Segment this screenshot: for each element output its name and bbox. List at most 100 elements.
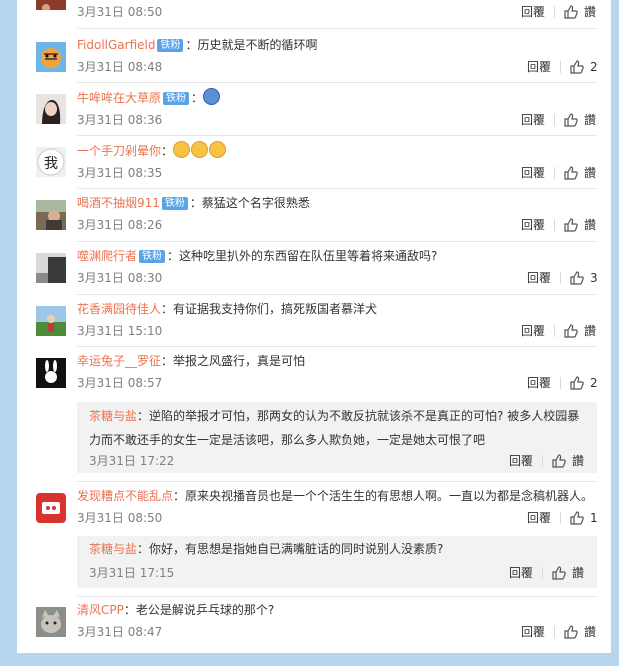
colon: ： xyxy=(167,249,180,263)
like-count[interactable]: 讚 xyxy=(572,564,584,582)
comment-panel: 3月31日 08:50 回覆 讚 FidollGarfield 铁粉 ：历史就是不断… xyxy=(17,0,611,653)
username[interactable]: 噬渊爬行者 xyxy=(77,249,137,263)
username[interactable]: 花香满园待佳人 xyxy=(77,302,161,316)
like-count[interactable]: 2 xyxy=(590,374,598,392)
like-count[interactable]: 3 xyxy=(590,269,598,287)
reply-button[interactable]: 回覆 xyxy=(527,509,551,527)
fan-badge[interactable]: 铁粉 xyxy=(163,92,190,105)
username[interactable]: 发现糟点不能乱点 xyxy=(77,489,173,503)
colon: ： xyxy=(161,354,174,368)
comment-item: 牛哞哞在大草原 铁粉： 3月31日 08:36 回覆 讚 xyxy=(17,88,611,134)
colon: ： xyxy=(123,603,136,617)
comment-text: 有证据我支持你们，搞死叛国者慕洋犬 xyxy=(173,302,378,316)
reply-button[interactable]: 回覆 xyxy=(521,164,545,182)
like-count[interactable]: 讚 xyxy=(572,452,584,470)
username[interactable]: 清风CPP xyxy=(77,603,124,617)
username[interactable]: 一个手刀剁晕你 xyxy=(77,144,161,158)
reply-button[interactable]: 回覆 xyxy=(527,374,551,392)
divider xyxy=(554,167,555,179)
me-avatar[interactable]: 我 xyxy=(36,147,66,177)
divider xyxy=(554,325,555,337)
reply-button[interactable]: 回覆 xyxy=(527,269,551,287)
like-count[interactable]: 2 xyxy=(590,58,598,76)
thumbs-up-icon[interactable] xyxy=(564,113,578,127)
reply-button[interactable]: 回覆 xyxy=(509,564,533,582)
thumbs-up-icon[interactable] xyxy=(570,511,584,525)
like-count[interactable]: 讚 xyxy=(584,216,596,234)
reply-button[interactable]: 回覆 xyxy=(521,111,545,129)
fan-badge[interactable]: 铁粉 xyxy=(139,250,166,263)
avatar[interactable] xyxy=(36,0,66,10)
comment-text: 这种吃里扒外的东西留在队伍里等着将来通敌吗? xyxy=(179,249,438,263)
comment-time: 3月31日 08:26 xyxy=(77,218,163,232)
fan-badge[interactable]: 铁粉 xyxy=(161,197,188,210)
like-count[interactable]: 讚 xyxy=(584,164,596,182)
laughing-emoji-icon xyxy=(191,141,209,158)
thumbs-up-icon[interactable] xyxy=(552,454,566,468)
laughing-emoji-icon xyxy=(173,141,191,158)
reply-button[interactable]: 回覆 xyxy=(521,322,545,340)
comment-text: 老公是解说乒乓球的那个? xyxy=(135,603,275,617)
divider xyxy=(77,481,597,482)
like-count[interactable]: 讚 xyxy=(584,322,596,340)
reply-button[interactable]: 回覆 xyxy=(527,58,551,76)
thumbs-up-icon[interactable] xyxy=(564,166,578,180)
divider xyxy=(542,455,543,467)
username[interactable]: 幸运兔子__罗征 xyxy=(77,354,161,368)
photo-avatar[interactable] xyxy=(36,200,66,230)
cat-avatar[interactable] xyxy=(36,607,66,637)
comment-time: 3月31日 08:30 xyxy=(77,271,163,285)
divider xyxy=(560,512,561,524)
sub-reply-text: 你好，有思想是指她自已满嘴脏话的同时说别人没素质? xyxy=(149,542,444,556)
username[interactable]: 茶糖与盐 xyxy=(89,542,137,556)
comment-text: 举报之风盛行，真是可怕 xyxy=(173,354,306,368)
thumbs-up-icon[interactable] xyxy=(570,376,584,390)
comment-item: 噬渊爬行者 铁粉 ：这种吃里扒外的东西留在队伍里等着将来通敌吗? 3月31日 08:… xyxy=(17,247,611,293)
username[interactable]: 喝酒不抽烟911 xyxy=(77,196,160,210)
thumbs-up-icon[interactable] xyxy=(552,566,566,580)
thumbs-up-icon[interactable] xyxy=(564,218,578,232)
like-count[interactable]: 讚 xyxy=(584,111,596,129)
username[interactable]: 茶糖与盐 xyxy=(89,409,137,423)
divider xyxy=(542,567,543,579)
thumbs-up-icon[interactable] xyxy=(564,324,578,338)
thumbs-up-icon[interactable] xyxy=(570,60,584,74)
like-count[interactable]: 1 xyxy=(590,509,598,527)
girl-avatar[interactable] xyxy=(36,94,66,124)
comment-time: 3月31日 08:50 xyxy=(77,5,163,19)
comment-item: 喝酒不抽烟911 铁粉 ：蔡猛这个名字很熟悉 3月31日 08:26 回覆 讚 xyxy=(17,194,611,240)
comment-time: 3月31日 17:15 xyxy=(89,566,175,580)
reply-button[interactable]: 回覆 xyxy=(521,3,545,21)
comment-time: 3月31日 08:48 xyxy=(77,60,163,74)
comment-time: 3月31日 17:22 xyxy=(89,454,175,468)
divider xyxy=(77,294,597,295)
reply-button[interactable]: 回覆 xyxy=(521,216,545,234)
comment-time: 3月31日 08:57 xyxy=(77,376,163,390)
reply-button[interactable]: 回覆 xyxy=(521,623,545,641)
like-count[interactable]: 讚 xyxy=(584,623,596,641)
dark-avatar[interactable] xyxy=(36,253,66,283)
colon: ： xyxy=(161,302,174,316)
fan-badge[interactable]: 铁粉 xyxy=(157,39,184,52)
divider xyxy=(554,626,555,638)
comment-item: 发现糟点不能乱点：原来央视播音员也是一个个活生生的有思想人啊。一直以为都是念稿机… xyxy=(17,487,611,533)
thumbs-up-icon[interactable] xyxy=(564,5,578,19)
reply-button[interactable]: 回覆 xyxy=(509,452,533,470)
thumbs-up-icon[interactable] xyxy=(564,625,578,639)
comment-time: 3月31日 15:10 xyxy=(77,324,163,338)
divider xyxy=(77,82,597,83)
username[interactable]: FidollGarfield xyxy=(77,38,155,52)
red-avatar[interactable] xyxy=(36,493,66,523)
like-count[interactable]: 讚 xyxy=(584,3,596,21)
colon: ： xyxy=(173,489,186,503)
comment-item: 清风CPP：老公是解说乒乓球的那个? 3月31日 08:47 回覆 讚 xyxy=(17,601,611,647)
username[interactable]: 牛哞哞在大草原 xyxy=(77,91,161,105)
tiger-avatar[interactable] xyxy=(36,42,66,72)
comment-time: 3月31日 08:35 xyxy=(77,166,163,180)
comment-item: 3月31日 08:50 回覆 讚 xyxy=(17,0,611,26)
landscape-avatar[interactable] xyxy=(36,306,66,336)
comment-item: 幸运兔子__罗征：举报之风盛行，真是可怕 3月31日 08:57 回覆 2 xyxy=(17,352,611,398)
thumbs-up-icon[interactable] xyxy=(570,271,584,285)
rabbit-avatar[interactable] xyxy=(36,358,66,388)
comment-text: 历史就是不断的循环啊 xyxy=(197,38,318,52)
